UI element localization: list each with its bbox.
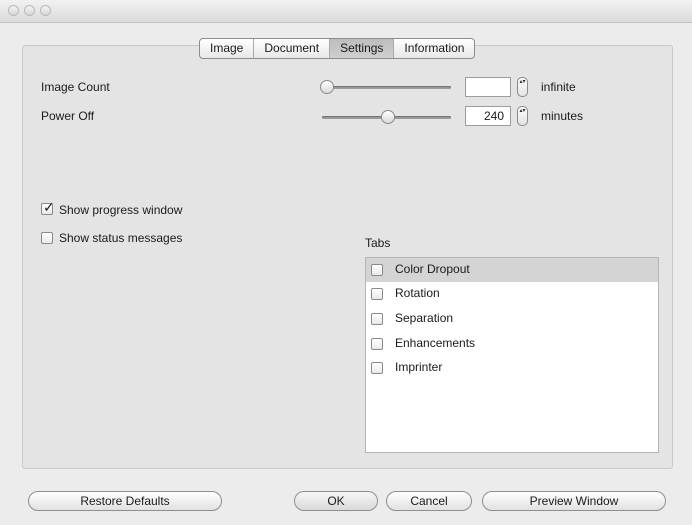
power-off-field[interactable]: 240 <box>465 106 511 126</box>
tab-bar: Image Document Settings Information <box>199 38 476 59</box>
list-item-label: Color Dropout <box>395 262 470 276</box>
minimize-window-icon[interactable] <box>24 5 35 16</box>
tab-document[interactable]: Document <box>254 39 331 58</box>
power-off-stepper[interactable]: ▴▾ <box>517 106 528 126</box>
power-off-slider-thumb[interactable] <box>381 110 395 124</box>
tabs-list[interactable]: Color Dropout Rotation Separation Enhanc… <box>365 257 659 453</box>
tab-information[interactable]: Information <box>394 39 474 58</box>
power-off-unit: minutes <box>541 109 584 123</box>
list-item-color-dropout[interactable]: Color Dropout <box>366 258 658 282</box>
tabs-list-heading: Tabs <box>365 236 391 250</box>
list-item-label: Enhancements <box>395 336 476 350</box>
image-count-slider-thumb[interactable] <box>320 80 334 94</box>
list-item-label: Separation <box>395 311 454 325</box>
close-window-icon[interactable] <box>8 5 19 16</box>
separation-checkbox[interactable] <box>371 313 383 325</box>
list-item-label: Rotation <box>395 286 440 300</box>
image-count-field[interactable] <box>465 77 511 97</box>
rotation-checkbox[interactable] <box>371 288 383 300</box>
list-item-separation[interactable]: Separation <box>366 307 658 331</box>
checkmark-icon: ✓ <box>43 199 55 215</box>
restore-defaults-button[interactable]: Restore Defaults <box>28 491 222 511</box>
zoom-window-icon[interactable] <box>40 5 51 16</box>
title-bar <box>0 0 692 23</box>
imprinter-checkbox[interactable] <box>371 362 383 374</box>
power-off-label: Power Off <box>41 109 95 123</box>
tab-image[interactable]: Image <box>200 39 255 58</box>
preview-window-button[interactable]: Preview Window <box>482 491 666 511</box>
show-status-label[interactable]: Show status messages <box>59 231 182 245</box>
show-status-checkbox[interactable] <box>41 232 53 244</box>
show-progress-checkbox[interactable]: ✓ <box>41 199 55 215</box>
cancel-button[interactable]: Cancel <box>386 491 472 511</box>
list-item-rotation[interactable]: Rotation <box>366 282 658 306</box>
chevron-up-down-icon: ▴▾ <box>519 108 526 114</box>
show-progress-label[interactable]: Show progress window <box>59 203 182 217</box>
image-count-stepper[interactable]: ▴▾ <box>517 77 528 97</box>
list-item-imprinter[interactable]: Imprinter <box>366 356 658 380</box>
image-count-unit: infinite <box>541 80 576 94</box>
ok-button[interactable]: OK <box>294 491 378 511</box>
image-count-slider-track[interactable] <box>322 86 451 89</box>
tab-settings[interactable]: Settings <box>330 39 395 58</box>
list-item-enhancements[interactable]: Enhancements <box>366 332 658 356</box>
chevron-up-down-icon: ▴▾ <box>519 79 526 85</box>
color-dropout-checkbox[interactable] <box>371 264 383 276</box>
image-count-label: Image Count <box>41 80 110 94</box>
list-item-label: Imprinter <box>395 360 443 374</box>
enhancements-checkbox[interactable] <box>371 338 383 350</box>
